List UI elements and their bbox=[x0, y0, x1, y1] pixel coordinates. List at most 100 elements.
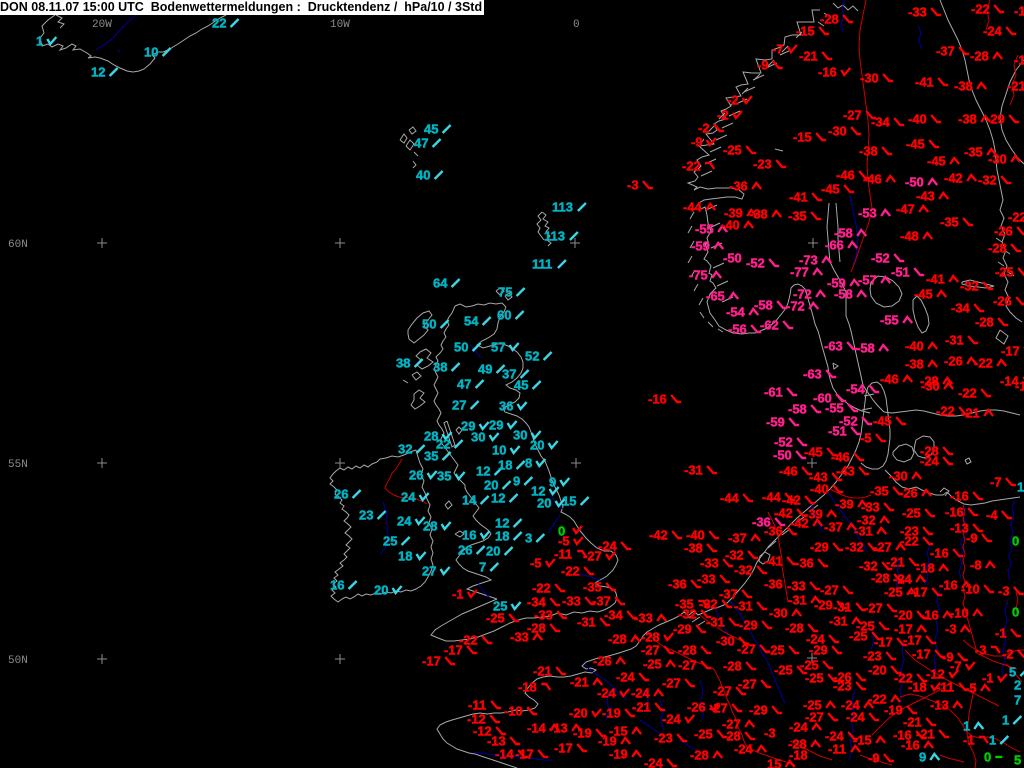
svg-text:26: 26 bbox=[334, 487, 348, 502]
svg-text:27: 27 bbox=[452, 398, 466, 413]
svg-text:35: 35 bbox=[424, 449, 438, 464]
svg-text:-45: -45 bbox=[914, 287, 933, 302]
svg-text:-38: -38 bbox=[859, 144, 878, 159]
svg-text:-21: -21 bbox=[570, 675, 589, 690]
svg-text:-32: -32 bbox=[734, 563, 753, 578]
svg-text:-14: -14 bbox=[495, 747, 515, 762]
svg-text:-23: -23 bbox=[863, 649, 882, 664]
svg-text:-17: -17 bbox=[444, 643, 463, 658]
svg-text:9: 9 bbox=[513, 474, 520, 489]
svg-text:-10: -10 bbox=[950, 606, 969, 621]
svg-text:-7: -7 bbox=[990, 475, 1002, 490]
svg-text:-43: -43 bbox=[836, 464, 855, 479]
svg-text:50: 50 bbox=[454, 340, 468, 355]
svg-text:-13: -13 bbox=[930, 698, 949, 713]
svg-text:-26: -26 bbox=[994, 224, 1013, 239]
svg-text:-31: -31 bbox=[833, 600, 852, 615]
svg-text:113: 113 bbox=[552, 200, 573, 215]
svg-text:-32: -32 bbox=[678, 607, 697, 622]
svg-text:20W: 20W bbox=[92, 19, 112, 31]
svg-text:-58: -58 bbox=[754, 298, 773, 313]
svg-text:-28: -28 bbox=[690, 748, 709, 763]
svg-text:-30: -30 bbox=[769, 606, 788, 621]
svg-text:-29: -29 bbox=[986, 112, 1005, 127]
svg-text:0: 0 bbox=[984, 750, 991, 765]
svg-text:1: 1 bbox=[1002, 713, 1009, 728]
svg-text:-5: -5 bbox=[530, 556, 542, 571]
svg-text:-52: -52 bbox=[871, 251, 890, 266]
svg-text:-35: -35 bbox=[964, 145, 983, 160]
svg-text:-16: -16 bbox=[920, 608, 939, 623]
svg-text:-40: -40 bbox=[810, 482, 829, 497]
svg-text:-24: -24 bbox=[644, 756, 664, 768]
svg-text:-31: -31 bbox=[945, 333, 964, 348]
svg-text:-58: -58 bbox=[856, 341, 875, 356]
svg-text:-31: -31 bbox=[684, 463, 703, 478]
svg-text:32: 32 bbox=[398, 442, 412, 457]
svg-text:-28: -28 bbox=[871, 571, 890, 586]
svg-text:-41: -41 bbox=[926, 272, 945, 287]
svg-text:-31: -31 bbox=[829, 614, 848, 629]
svg-text:-25: -25 bbox=[849, 629, 868, 644]
svg-text:-28: -28 bbox=[723, 659, 742, 674]
svg-text:12: 12 bbox=[476, 464, 490, 479]
svg-text:-28: -28 bbox=[785, 621, 804, 636]
svg-text:-9: -9 bbox=[868, 751, 880, 766]
svg-text:23: 23 bbox=[359, 508, 373, 523]
svg-text:-27: -27 bbox=[678, 658, 697, 673]
svg-text:9: 9 bbox=[549, 475, 556, 490]
svg-text:-46: -46 bbox=[831, 450, 850, 465]
svg-text:-40: -40 bbox=[905, 339, 924, 354]
svg-text:-38: -38 bbox=[958, 112, 977, 127]
svg-text:-24: -24 bbox=[920, 454, 940, 469]
svg-text:-16: -16 bbox=[950, 489, 969, 504]
svg-text:1: 1 bbox=[989, 733, 996, 748]
svg-text:-33: -33 bbox=[908, 5, 927, 20]
svg-text:-21: -21 bbox=[961, 406, 980, 421]
svg-text:-20: -20 bbox=[894, 608, 913, 623]
svg-text:-44: -44 bbox=[762, 490, 782, 505]
svg-text:35: 35 bbox=[437, 469, 451, 484]
svg-text:-1: -1 bbox=[452, 587, 464, 602]
svg-text:-36: -36 bbox=[764, 577, 783, 592]
svg-text:-53: -53 bbox=[858, 206, 877, 221]
svg-text:-14: -14 bbox=[527, 721, 547, 736]
svg-text:-30: -30 bbox=[860, 71, 879, 86]
svg-text:0: 0 bbox=[1012, 534, 1019, 549]
svg-text:-59: -59 bbox=[691, 239, 710, 254]
svg-text:-26: -26 bbox=[593, 654, 612, 669]
svg-text:-38: -38 bbox=[749, 207, 768, 222]
svg-text:16: 16 bbox=[462, 528, 476, 543]
svg-text:-51: -51 bbox=[891, 265, 910, 280]
svg-text:-24: -24 bbox=[734, 742, 754, 757]
svg-text:-2: -2 bbox=[727, 93, 739, 108]
svg-text:-33: -33 bbox=[562, 594, 581, 609]
svg-text:-43: -43 bbox=[916, 189, 935, 204]
svg-text:-19: -19 bbox=[573, 726, 592, 741]
svg-text:-33: -33 bbox=[787, 579, 806, 594]
svg-text:111: 111 bbox=[532, 257, 552, 272]
svg-text:-45: -45 bbox=[873, 414, 892, 429]
svg-text:-19: -19 bbox=[884, 703, 903, 718]
svg-text:-41: -41 bbox=[915, 75, 934, 90]
svg-text:-9: -9 bbox=[966, 531, 978, 546]
svg-text:113: 113 bbox=[544, 229, 565, 244]
svg-text:-31: -31 bbox=[734, 599, 753, 614]
svg-text:-28: -28 bbox=[970, 49, 989, 64]
svg-text:-23: -23 bbox=[833, 679, 852, 694]
svg-text:-36: -36 bbox=[764, 524, 783, 539]
svg-text:47: 47 bbox=[414, 136, 428, 151]
svg-text:75: 75 bbox=[498, 285, 512, 300]
svg-text:-4: -4 bbox=[986, 508, 998, 523]
svg-text:-36: -36 bbox=[668, 577, 687, 592]
svg-text:7: 7 bbox=[1014, 693, 1021, 708]
svg-text:-26: -26 bbox=[687, 700, 706, 715]
svg-text:-31: -31 bbox=[577, 615, 596, 630]
svg-text:-45: -45 bbox=[906, 137, 925, 152]
svg-text:-25: -25 bbox=[884, 585, 903, 600]
svg-text:-75: -75 bbox=[689, 268, 708, 283]
svg-text:-21: -21 bbox=[533, 664, 552, 679]
svg-text:-23: -23 bbox=[654, 731, 673, 746]
svg-text:-24: -24 bbox=[983, 24, 1003, 39]
svg-text:-25: -25 bbox=[486, 611, 505, 626]
